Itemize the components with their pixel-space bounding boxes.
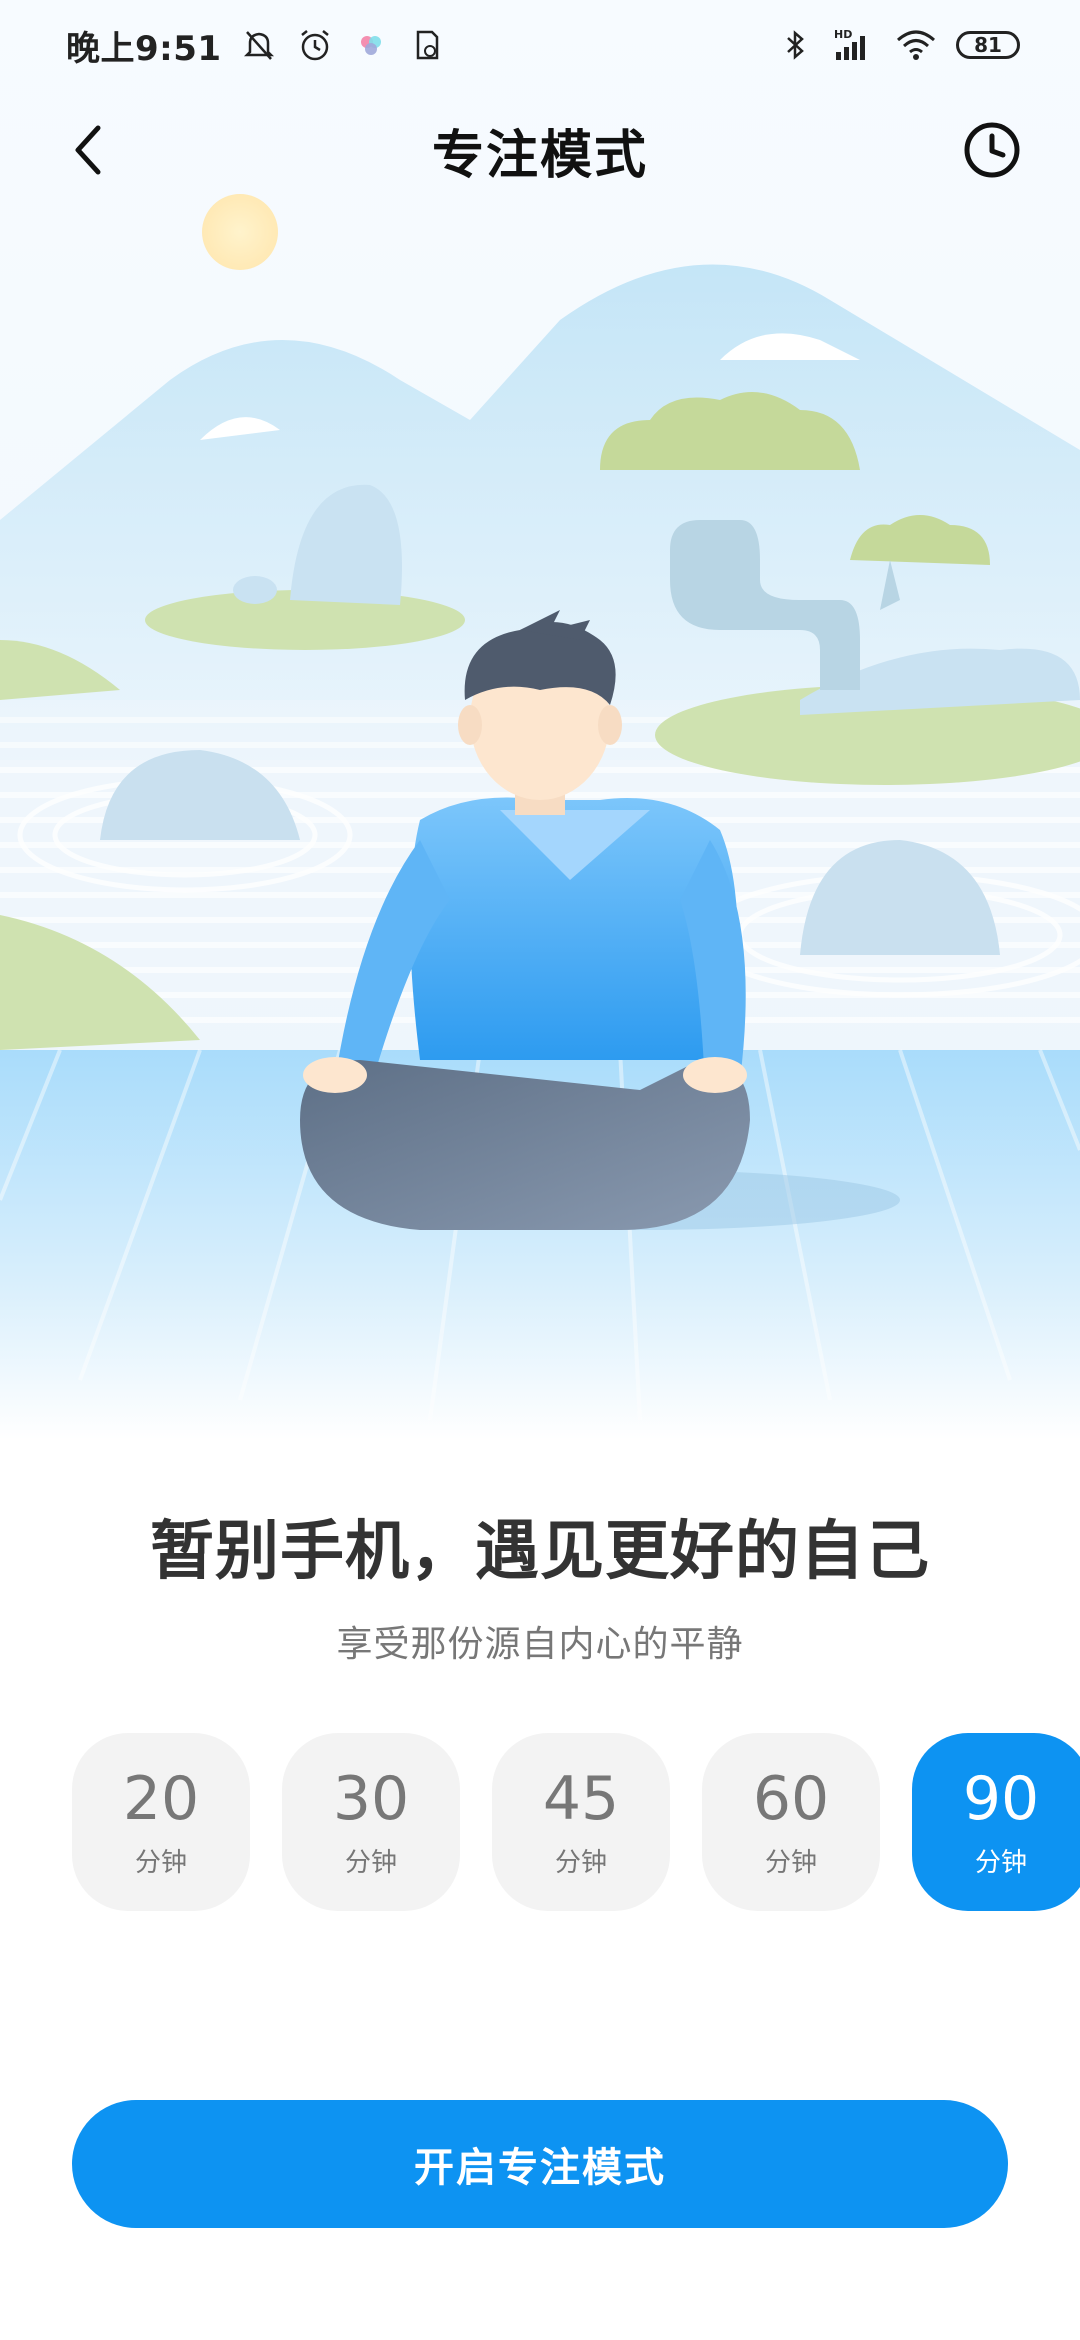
duration-unit: 分钟 (764, 1847, 817, 1878)
back-button[interactable] (58, 118, 122, 182)
duration-unit: 分钟 (554, 1847, 607, 1878)
duration-value: 60 (752, 1763, 830, 1834)
duration-option-30[interactable]: 30 分钟 (282, 1733, 460, 1911)
wifi-icon (894, 26, 938, 64)
battery-icon: 81 (956, 31, 1020, 59)
status-left: 晚上9:51 (66, 21, 446, 70)
svg-text:HD: HD (834, 28, 852, 41)
app-notification-icon (352, 26, 390, 64)
duration-unit: 分钟 (974, 1847, 1027, 1878)
duration-value: 90 (962, 1763, 1040, 1834)
duration-option-20[interactable]: 20 分钟 (72, 1733, 250, 1911)
clock-icon (964, 122, 1020, 178)
hd-signal-icon: HD (832, 26, 876, 64)
status-time: 晚上9:51 (66, 28, 222, 69)
focus-mode-screen: 晚上9:51 HD 81 专注模式 暂别手机，遇见更好的自己 享受那份源自内心的… (0, 0, 1080, 2340)
file-icon (408, 26, 446, 64)
page-title: 专注模式 (431, 125, 648, 186)
start-focus-button[interactable]: 开启专注模式 (72, 2100, 1008, 2228)
chevron-left-icon (75, 125, 101, 175)
meditation-illustration (0, 0, 1080, 1440)
duration-option-45[interactable]: 45 分钟 (492, 1733, 670, 1911)
duration-value: 45 (542, 1763, 620, 1834)
duration-unit: 分钟 (134, 1847, 187, 1878)
history-button[interactable] (956, 114, 1028, 186)
duration-options: 20 分钟 30 分钟 45 分钟 60 分钟 90 分钟 (72, 1733, 1080, 1913)
status-bar: 晚上9:51 HD 81 (0, 0, 1080, 90)
header: 专注模式 (0, 100, 1080, 200)
mute-bell-icon (240, 26, 278, 64)
bluetooth-icon (776, 26, 814, 64)
duration-value: 20 (122, 1763, 200, 1834)
duration-unit: 分钟 (344, 1847, 397, 1878)
headline: 暂别手机，遇见更好的自己 (150, 1515, 930, 1589)
duration-value: 30 (332, 1763, 410, 1834)
duration-option-60[interactable]: 60 分钟 (702, 1733, 880, 1911)
subtitle: 享受那份源自内心的平静 (336, 1624, 744, 1665)
status-right: HD 81 (776, 26, 1020, 64)
duration-option-90[interactable]: 90 分钟 (912, 1733, 1080, 1911)
alarm-icon (296, 26, 334, 64)
